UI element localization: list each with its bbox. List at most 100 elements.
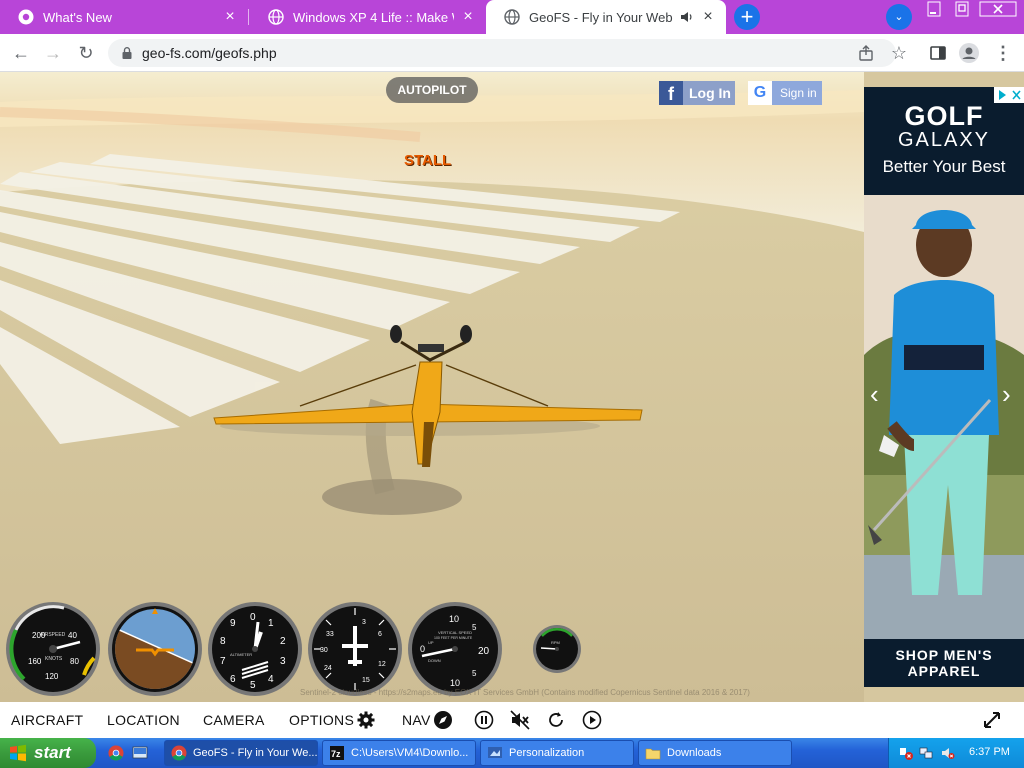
svg-text:24: 24 — [324, 665, 332, 672]
start-label: start — [34, 743, 71, 762]
svg-text:UP: UP — [428, 640, 434, 645]
close-window-button[interactable] — [976, 1, 1020, 19]
sim-menu-bar: AIRCRAFT LOCATION CAMERA OPTIONS NAV — [0, 702, 1024, 738]
tab-windows-xp[interactable]: Windows XP 4 Life :: Make Windo × — [250, 0, 486, 34]
svg-text:4: 4 — [268, 674, 274, 685]
close-tab-icon[interactable]: × — [460, 9, 476, 25]
svg-text:10: 10 — [450, 678, 460, 688]
start-button[interactable]: start — [0, 738, 96, 768]
omnibox[interactable]: geo-fs.com/geofs.php — [108, 39, 896, 67]
ad-cta-line2: APPAREL — [907, 663, 981, 679]
taskbar-item-label: Downloads — [667, 747, 722, 759]
close-tab-icon[interactable]: × — [700, 9, 716, 25]
svg-text:3: 3 — [362, 619, 366, 626]
taskbar-item-label: Personalization — [509, 747, 585, 759]
fullscreen-icon[interactable] — [982, 710, 1002, 730]
back-icon[interactable]: ← — [10, 42, 32, 64]
show-desktop-icon[interactable] — [132, 745, 148, 761]
globe-icon — [268, 9, 284, 25]
system-tray: 6:37 PM — [888, 738, 1024, 768]
taskbar-item-7zip[interactable]: 7z C:\Users\VM4\Downlo... — [322, 740, 476, 766]
mute-icon[interactable] — [510, 710, 530, 730]
7zip-icon: 7z — [330, 746, 344, 760]
folder-icon — [645, 748, 661, 760]
new-tab-button[interactable]: + — [734, 4, 760, 30]
google-signin-button[interactable]: G Sign in — [748, 81, 822, 105]
svg-text:7: 7 — [220, 656, 226, 667]
sim-viewport[interactable]: AUTOPILOT STALL f Log In G Sign in 200 4… — [0, 72, 1024, 702]
network-icon[interactable] — [919, 746, 933, 760]
reload-icon[interactable]: ↻ — [75, 42, 97, 64]
tab-geofs[interactable]: GeoFS - Fly in Your Web Bro × — [486, 0, 726, 34]
taskbar-item-geofs[interactable]: GeoFS - Fly in Your We... — [164, 740, 318, 766]
ad-brand-line1: GOLF — [904, 101, 984, 131]
play-icon[interactable] — [582, 710, 602, 730]
share-icon[interactable] — [858, 44, 876, 62]
chrome-icon[interactable] — [108, 745, 124, 761]
ad-slogan: Better Your Best — [882, 157, 1006, 176]
svg-text:RPM: RPM — [551, 640, 560, 645]
autopilot-button[interactable]: AUTOPILOT — [386, 77, 478, 103]
facebook-login-button[interactable]: f Log In — [659, 81, 735, 105]
svg-text:7z: 7z — [331, 749, 341, 759]
restore-icon — [955, 1, 969, 17]
svg-text:100 FEET PER MINUTE: 100 FEET PER MINUTE — [434, 636, 473, 640]
gear-icon[interactable] — [356, 710, 376, 730]
attitude-indicator — [108, 602, 202, 696]
rpm-gauge: RPM — [533, 625, 581, 673]
tab-whats-new[interactable]: What's New × — [0, 0, 248, 34]
map-attribution: Sentinel-2 cloudless - https://s2maps.eu… — [300, 688, 750, 697]
ad-next-arrow-icon[interactable]: › — [1002, 379, 1011, 410]
chrome-icon — [171, 745, 187, 761]
svg-text:80: 80 — [70, 657, 79, 666]
minimize-icon — [927, 1, 941, 17]
tab-search-button[interactable]: ⌄ — [886, 4, 912, 30]
svg-text:160: 160 — [28, 657, 42, 666]
svg-text:15: 15 — [362, 677, 370, 684]
svg-text:3: 3 — [280, 656, 286, 667]
forward-icon[interactable]: → — [42, 42, 64, 64]
volume-muted-icon[interactable] — [941, 746, 955, 760]
advertisement[interactable]: GOLF GALAXY Better Your Best ‹ › SHOP ME… — [864, 87, 1024, 687]
taskbar-item-downloads[interactable]: Downloads — [638, 740, 792, 766]
ad-prev-arrow-icon[interactable]: ‹ — [870, 379, 879, 410]
restore-button[interactable] — [950, 1, 972, 19]
aircraft-menu[interactable]: AIRCRAFT — [11, 712, 83, 728]
compass-icon[interactable] — [433, 710, 453, 730]
svg-text:DOWN: DOWN — [428, 658, 441, 663]
minimize-button[interactable] — [922, 1, 944, 19]
windows-logo-icon — [10, 744, 26, 762]
svg-text:33: 33 — [326, 631, 334, 638]
svg-text:KNOTS: KNOTS — [45, 656, 63, 662]
side-panel-icon[interactable] — [929, 44, 947, 62]
security-alert-icon[interactable] — [899, 746, 913, 760]
location-menu[interactable]: LOCATION — [107, 712, 180, 728]
menu-kebab-icon[interactable]: ⋮ — [992, 42, 1014, 64]
camera-menu[interactable]: CAMERA — [203, 712, 265, 728]
profile-avatar-icon[interactable] — [958, 42, 980, 64]
facebook-login-label: Log In — [689, 85, 731, 101]
reset-icon[interactable] — [546, 710, 566, 730]
chrome-icon — [18, 9, 34, 25]
ad-cta[interactable]: SHOP MEN'S APPAREL — [864, 647, 1024, 679]
nav-menu[interactable]: NAV — [402, 712, 431, 728]
close-tab-icon[interactable]: × — [222, 9, 238, 25]
vertical-speed-indicator: 10 10 20 0 5 5 VERTICAL SPEED 100 FEET P… — [408, 602, 502, 696]
speaker-icon[interactable] — [680, 10, 694, 24]
airspeed-indicator: 200 40 160 80 120 AIRSPEED KNOTS — [6, 602, 100, 696]
svg-text:5: 5 — [472, 623, 477, 632]
lock-icon[interactable] — [120, 46, 134, 60]
svg-text:5: 5 — [250, 680, 256, 691]
address-toolbar: ← → ↻ geo-fs.com/geofs.php ☆ ⋮ — [0, 34, 1024, 72]
svg-text:0: 0 — [250, 612, 256, 623]
ad-brand-line2: GALAXY — [897, 129, 991, 151]
pause-icon[interactable] — [474, 710, 494, 730]
bookmark-star-icon[interactable]: ☆ — [888, 42, 910, 64]
tab-strip: What's New × Windows XP 4 Life :: Make W… — [0, 0, 1024, 34]
options-menu[interactable]: OPTIONS — [289, 712, 354, 728]
url-text: geo-fs.com/geofs.php — [142, 45, 277, 61]
svg-text:120: 120 — [45, 672, 59, 681]
svg-text:AIRSPEED: AIRSPEED — [40, 632, 66, 638]
svg-text:10: 10 — [449, 614, 459, 624]
taskbar-item-personalization[interactable]: Personalization — [480, 740, 634, 766]
